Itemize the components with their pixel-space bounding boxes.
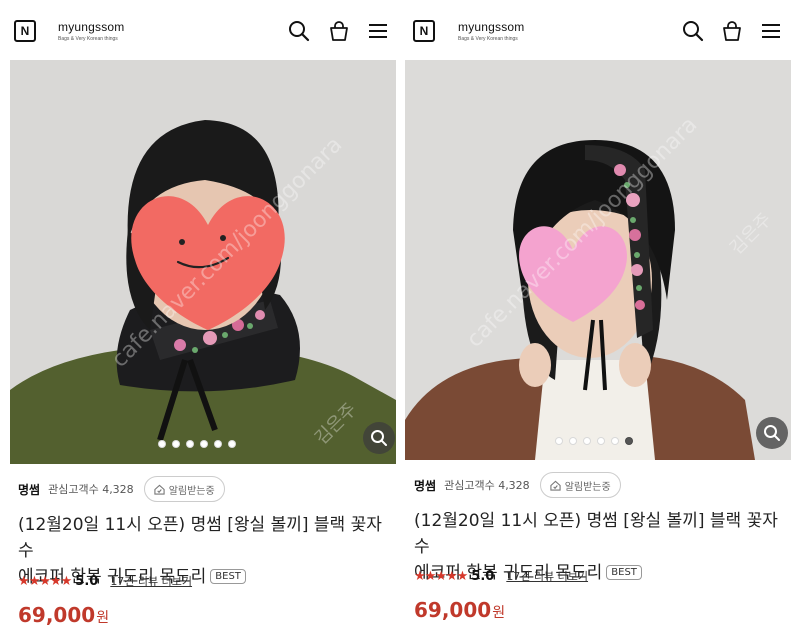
menu-icon[interactable] xyxy=(760,20,782,42)
carousel-dot[interactable] xyxy=(583,437,591,445)
product-photo[interactable]: cafe.naver.com/joonggonara 김은주 xyxy=(10,60,396,464)
notify-button[interactable]: 알림받는중 xyxy=(539,472,621,498)
carousel-dots[interactable] xyxy=(555,437,633,445)
title-line-1: (12월20일 11시 오픈) 명썸 [왕실 볼끼] 블랙 꽃자수 xyxy=(414,511,778,557)
product-panel-left: N myungssom Bags & Very Korean things ca… xyxy=(0,0,397,640)
brand-name: myungssom xyxy=(458,20,525,34)
star-rating-icon: ★★★★★ xyxy=(414,568,468,584)
brand-tagline: Bags & Very Korean things xyxy=(458,36,518,42)
site-header: N myungssom Bags & Very Korean things xyxy=(0,0,397,60)
title-line-1: (12월20일 11시 오픈) 명썸 [왕실 볼끼] 블랙 꽃자수 xyxy=(18,515,382,561)
seller-row: 명썸 관심고객수 4,328 알림받는중 xyxy=(18,476,225,502)
brand-logo-icon[interactable]: N xyxy=(413,20,435,42)
interest-count: 관심고객수 4,328 xyxy=(444,479,530,492)
brand-wordmark[interactable]: myungssom Bags & Very Korean things xyxy=(58,20,125,42)
carousel-dot[interactable] xyxy=(611,437,619,445)
carousel-dot[interactable] xyxy=(200,440,208,448)
carousel-dot[interactable] xyxy=(172,440,180,448)
product-panel-right: N myungssom Bags & Very Korean things ca… xyxy=(403,0,800,640)
rating-score: 5.0 xyxy=(75,573,99,589)
carousel-dots[interactable] xyxy=(158,440,236,448)
carousel-dot[interactable] xyxy=(214,440,222,448)
notify-label: 알림받는중 xyxy=(564,481,611,493)
best-badge: BEST xyxy=(606,565,642,580)
search-icon[interactable] xyxy=(288,20,310,42)
seller-row: 명썸 관심고객수 4,328 알림받는중 xyxy=(414,472,621,498)
menu-icon[interactable] xyxy=(367,20,389,42)
price-value: 69,000 xyxy=(18,603,96,627)
reviews-link[interactable]: 17건 리뷰 더보기 xyxy=(506,568,588,584)
product-image xyxy=(10,60,396,464)
brand-tagline: Bags & Very Korean things xyxy=(58,36,118,42)
rating-row: ★★★★★ 5.0 17건 리뷰 더보기 xyxy=(414,568,588,584)
product-price: 69,000원 xyxy=(18,603,109,627)
product-image xyxy=(405,60,791,460)
screenshot-root: N myungssom Bags & Very Korean things ca… xyxy=(0,0,800,640)
rating-row: ★★★★★ 5.0 17건 리뷰 더보기 xyxy=(18,573,192,589)
notify-label: 알림받는중 xyxy=(168,485,215,497)
home-check-icon xyxy=(550,480,561,491)
home-check-icon xyxy=(154,484,165,495)
notify-button[interactable]: 알림받는중 xyxy=(143,476,225,502)
reviews-link[interactable]: 17건 리뷰 더보기 xyxy=(110,573,192,589)
brand-name: myungssom xyxy=(58,20,125,34)
rating-score: 5.0 xyxy=(471,568,495,584)
brand-logo-icon[interactable]: N xyxy=(14,20,36,42)
carousel-dot[interactable] xyxy=(228,440,236,448)
carousel-dot[interactable] xyxy=(158,440,166,448)
product-photo[interactable]: cafe.naver.com/joonggonara 김은주 xyxy=(405,60,791,460)
bag-icon[interactable] xyxy=(328,20,350,42)
carousel-dot[interactable] xyxy=(186,440,194,448)
carousel-dot[interactable] xyxy=(555,437,563,445)
price-currency: 원 xyxy=(492,605,506,621)
seller-name[interactable]: 명썸 xyxy=(414,477,436,494)
price-value: 69,000 xyxy=(414,598,492,622)
site-header: N myungssom Bags & Very Korean things xyxy=(403,0,800,60)
bag-icon[interactable] xyxy=(721,20,743,42)
star-rating-icon: ★★★★★ xyxy=(18,573,72,589)
zoom-button[interactable] xyxy=(363,422,395,454)
seller-name[interactable]: 명썸 xyxy=(18,481,40,498)
best-badge: BEST xyxy=(210,569,246,584)
zoom-icon xyxy=(371,430,387,446)
carousel-dot[interactable] xyxy=(597,437,605,445)
price-currency: 원 xyxy=(96,610,110,626)
carousel-dot-active[interactable] xyxy=(625,437,633,445)
product-price: 69,000원 xyxy=(414,598,505,622)
brand-wordmark[interactable]: myungssom Bags & Very Korean things xyxy=(458,20,525,42)
carousel-dot[interactable] xyxy=(569,437,577,445)
search-icon[interactable] xyxy=(682,20,704,42)
interest-count: 관심고객수 4,328 xyxy=(48,483,134,496)
zoom-button[interactable] xyxy=(756,417,788,449)
zoom-icon xyxy=(764,425,780,441)
